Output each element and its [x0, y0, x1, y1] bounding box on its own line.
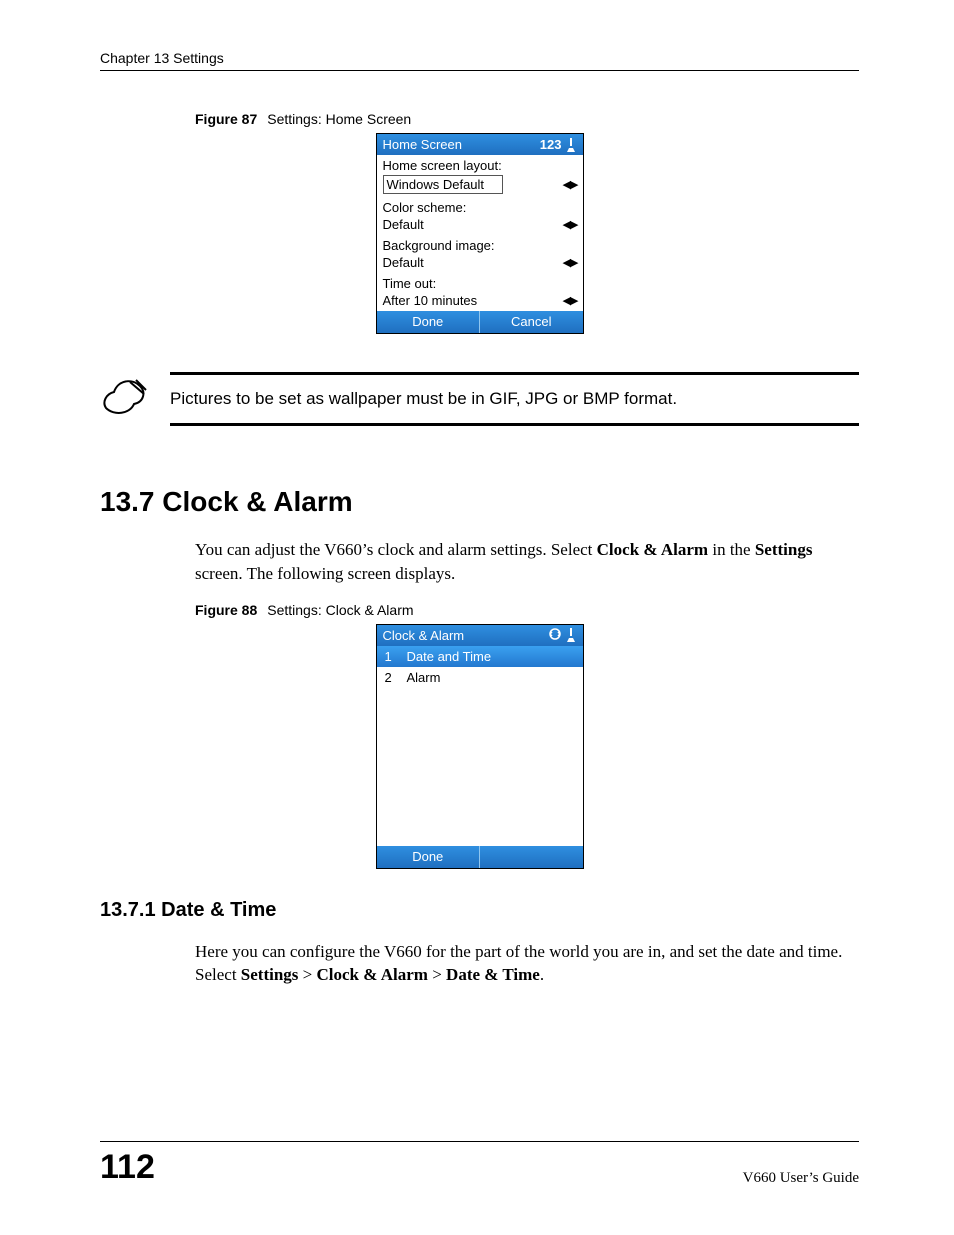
- row-timeout: Time out: After 10 minutes ◀ ▶: [377, 273, 583, 311]
- figure88-label: Figure 88: [195, 602, 257, 618]
- para-text: Select: [195, 965, 241, 984]
- para-text: You can adjust the V660’s clock and alar…: [195, 540, 597, 559]
- figure87-caption: Figure 87 Settings: Home Screen: [195, 111, 859, 127]
- softkey-empty: [480, 846, 583, 868]
- phone88-title: Clock & Alarm: [383, 628, 465, 643]
- para-text: .: [540, 965, 544, 984]
- sync-icon: [548, 628, 562, 643]
- note-text: Pictures to be set as wallpaper must be …: [170, 372, 859, 426]
- note-block: Pictures to be set as wallpaper must be …: [100, 372, 859, 426]
- color-scheme-value: Default: [383, 217, 424, 232]
- home-layout-label: Home screen layout:: [377, 155, 583, 173]
- phone87-body: Home screen layout: Windows Default ◀ ▶ …: [377, 155, 583, 311]
- section-13-7-heading: 13.7 Clock & Alarm: [100, 486, 859, 518]
- running-header: Chapter 13 Settings: [100, 50, 859, 71]
- softkey-done[interactable]: Done: [377, 846, 481, 868]
- timeout-value-row[interactable]: After 10 minutes ◀ ▶: [377, 291, 583, 311]
- section-13-7-para: You can adjust the V660’s clock and alar…: [195, 538, 859, 586]
- figure88-phone: Clock & Alarm 1 Date and Time 2 Alarm Do…: [376, 624, 584, 869]
- phone87-status: 123: [540, 137, 577, 152]
- phone88-status: [548, 628, 577, 643]
- section-13-7-1-para: Here you can configure the V660 for the …: [195, 940, 859, 988]
- home-layout-value: Windows Default: [383, 175, 503, 194]
- arrows-icon[interactable]: ◀ ▶: [563, 178, 577, 191]
- bg-image-label: Background image:: [377, 235, 583, 253]
- signal-icon: [565, 628, 577, 642]
- para-bold: Clock & Alarm: [597, 540, 708, 559]
- row-home-layout: Home screen layout: Windows Default ◀ ▶: [377, 155, 583, 197]
- phone87-title: Home Screen: [383, 137, 462, 152]
- figure87-caption-text: Settings: Home Screen: [267, 111, 411, 127]
- page-number: 112: [100, 1148, 155, 1187]
- figure88-caption-text: Settings: Clock & Alarm: [267, 602, 413, 618]
- signal-icon: [565, 138, 577, 152]
- timeout-label: Time out:: [377, 273, 583, 291]
- note-hand-icon: [100, 372, 150, 420]
- timeout-value: After 10 minutes: [383, 293, 478, 308]
- section-13-7-1-heading: 13.7.1 Date & Time: [100, 899, 859, 922]
- phone87-softkeys: Done Cancel: [377, 311, 583, 333]
- figure87-phone: Home Screen 123 Home screen layout: Wind…: [376, 133, 584, 334]
- phone88-titlebar: Clock & Alarm: [377, 625, 583, 646]
- para-text: >: [298, 965, 316, 984]
- color-scheme-value-row[interactable]: Default ◀ ▶: [377, 215, 583, 235]
- para-text: screen. The following screen displays.: [195, 564, 455, 583]
- para-text: Here you can configure the V660 for the …: [195, 942, 842, 961]
- arrows-icon[interactable]: ◀ ▶: [563, 294, 577, 307]
- list-item-date-time[interactable]: 1 Date and Time: [377, 646, 583, 667]
- page-footer: 112 V660 User’s Guide: [100, 1141, 859, 1187]
- para-bold: Clock & Alarm: [317, 965, 428, 984]
- list-label: Alarm: [407, 670, 441, 685]
- para-text: >: [428, 965, 446, 984]
- para-bold: Settings: [755, 540, 813, 559]
- bg-image-value-row[interactable]: Default ◀ ▶: [377, 253, 583, 273]
- row-color-scheme: Color scheme: Default ◀ ▶: [377, 197, 583, 235]
- guide-title: V660 User’s Guide: [743, 1170, 859, 1187]
- para-bold: Settings: [241, 965, 299, 984]
- arrows-icon[interactable]: ◀ ▶: [563, 218, 577, 231]
- color-scheme-label: Color scheme:: [377, 197, 583, 215]
- list-label: Date and Time: [407, 649, 492, 664]
- softkey-cancel[interactable]: Cancel: [480, 311, 583, 333]
- list-num: 1: [385, 649, 395, 664]
- phone88-body: 1 Date and Time 2 Alarm: [377, 646, 583, 846]
- arrows-icon[interactable]: ◀ ▶: [563, 256, 577, 269]
- softkey-done[interactable]: Done: [377, 311, 481, 333]
- list-item-alarm[interactable]: 2 Alarm: [377, 667, 583, 688]
- para-text: in the: [708, 540, 755, 559]
- phone87-titlebar: Home Screen 123: [377, 134, 583, 155]
- figure87-label: Figure 87: [195, 111, 257, 127]
- list-num: 2: [385, 670, 395, 685]
- phone88-softkeys: Done: [377, 846, 583, 868]
- row-bg-image: Background image: Default ◀ ▶: [377, 235, 583, 273]
- para-bold: Date & Time: [446, 965, 540, 984]
- input-mode-123: 123: [540, 137, 562, 152]
- home-layout-value-row[interactable]: Windows Default ◀ ▶: [377, 173, 583, 197]
- figure88-caption: Figure 88 Settings: Clock & Alarm: [195, 602, 859, 618]
- bg-image-value: Default: [383, 255, 424, 270]
